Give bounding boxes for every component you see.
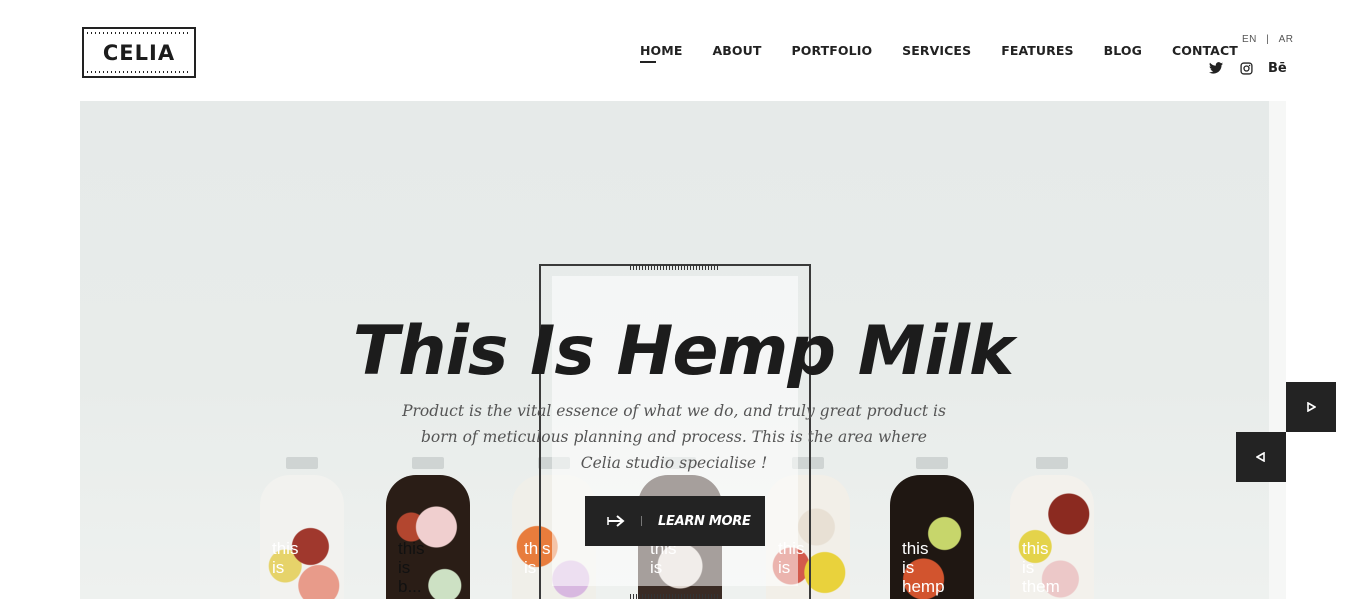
bottle-text: this (398, 539, 425, 558)
lang-ar[interactable]: AR (1279, 34, 1294, 45)
bottle-text: is (272, 558, 285, 577)
bottle-text: b... (398, 577, 422, 596)
nav-item-features[interactable]: FEATURES (1001, 43, 1073, 58)
language-switcher: EN | AR (1242, 34, 1293, 45)
play-right-icon (1307, 402, 1316, 412)
bottle-text: this (1022, 539, 1049, 558)
instagram-icon[interactable] (1238, 60, 1254, 76)
social-links: Bē (1208, 60, 1287, 76)
nav-item-services[interactable]: SERVICES (902, 43, 971, 58)
hero-title: This Is Hemp Milk (352, 312, 1014, 391)
hero-description: Product is the vital essence of what we … (402, 402, 946, 472)
main-nav: HOME ABOUT PORTFOLIO SERVICES FEATURES B… (640, 43, 1268, 63)
nav-item-contact[interactable]: CONTACT (1172, 43, 1238, 58)
arrow-right-icon (607, 514, 627, 528)
slider-prev-button[interactable] (1236, 432, 1286, 482)
nav-item-blog[interactable]: BLOG (1104, 43, 1142, 58)
frame-ticks (630, 594, 720, 599)
logo-text: CELIA (102, 40, 176, 65)
learn-more-button[interactable]: LEARN MORE (585, 496, 765, 546)
bottle-illustration: this is (258, 457, 346, 599)
lang-separator: | (1266, 34, 1270, 45)
bottle-text: this (272, 539, 299, 558)
bottle-text: hemp (902, 577, 945, 596)
bottle-text: this (902, 539, 929, 558)
nav-item-portfolio[interactable]: PORTFOLIO (791, 43, 872, 58)
bottle-text: is (1022, 558, 1035, 577)
bottle-text: is (398, 558, 411, 577)
twitter-icon[interactable] (1208, 60, 1224, 76)
learn-more-label: LEARN MORE (658, 513, 751, 529)
bottle-text: is (902, 558, 915, 577)
frame-ticks (630, 265, 720, 270)
lang-en[interactable]: EN (1242, 34, 1257, 45)
slider-next-button[interactable] (1286, 382, 1336, 432)
nav-item-about[interactable]: ABOUT (712, 43, 761, 58)
bottle-illustration: this is b... (384, 457, 472, 599)
behance-icon[interactable]: Bē (1268, 61, 1287, 76)
bottle-illustration: this is them (1008, 457, 1096, 599)
button-divider (641, 516, 642, 526)
play-left-icon (1256, 452, 1265, 462)
logo[interactable]: CELIA (82, 27, 196, 78)
nav-item-home[interactable]: HOME (640, 43, 682, 63)
bottle-illustration: this is hemp (888, 457, 976, 599)
bottle-text: them (1022, 577, 1060, 596)
